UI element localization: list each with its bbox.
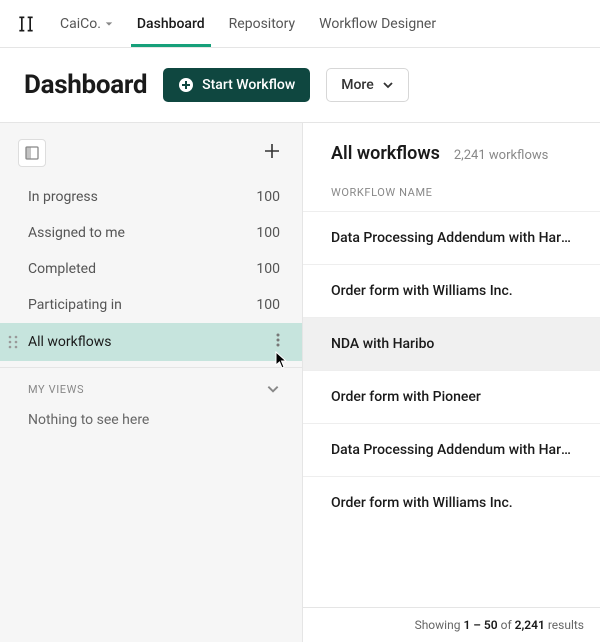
workflow-list: Data Processing Addendum with HariboOrde… (303, 211, 600, 607)
footer-total: 2,241 (515, 618, 545, 632)
main-title: All workflows (331, 143, 440, 164)
brand-name: CaiCo. (60, 16, 101, 32)
sidebar-item-in-progress[interactable]: In progress 100 (0, 179, 302, 215)
workflow-row[interactable]: Data Processing Addendum with Haribo (303, 423, 600, 476)
results-footer: Showing 1 – 50 of 2,241 results (303, 607, 600, 642)
workflow-row[interactable]: NDA with Haribo (303, 317, 600, 370)
sidebar-item-count: 100 (256, 261, 280, 277)
sidebar-item-label: Completed (28, 261, 96, 277)
plus-icon (262, 141, 282, 161)
nav-tab-dashboard[interactable]: Dashboard (137, 2, 205, 46)
chevron-down-icon (382, 79, 394, 91)
sidebar-item-label: All workflows (28, 334, 111, 350)
my-views-empty: Nothing to see here (0, 406, 302, 438)
workflow-row[interactable]: Order form with Pioneer (303, 370, 600, 423)
plus-circle-icon (178, 77, 194, 93)
add-view-button[interactable] (262, 141, 282, 165)
my-views-toggle[interactable]: MY VIEWS (0, 368, 302, 406)
sidebar-item-label: In progress (28, 189, 98, 205)
sidebar-item-count: 100 (256, 189, 280, 205)
footer-prefix: Showing (415, 618, 461, 632)
sidebar-item-label: Participating in (28, 297, 122, 313)
footer-range: 1 – 50 (463, 618, 497, 632)
top-nav: CaiCo. Dashboard Repository Workflow Desig… (0, 0, 600, 48)
chevron-down-icon (266, 382, 280, 396)
workflow-row[interactable]: Order form with Williams Inc. (303, 264, 600, 317)
caret-down-icon (105, 20, 113, 28)
nav-tab-workflow-designer[interactable]: Workflow Designer (319, 2, 436, 46)
sidebar-item-label: Assigned to me (28, 225, 125, 241)
logo-icon[interactable] (16, 14, 36, 34)
more-button[interactable]: More (326, 68, 409, 102)
column-header-name: WORKFLOW NAME (303, 172, 600, 211)
main-panel: All workflows 2,241 workflows WORKFLOW N… (303, 123, 600, 642)
start-workflow-button[interactable]: Start Workflow (163, 68, 310, 102)
sidebar-item-all-workflows[interactable]: All workflows (0, 323, 302, 361)
more-label: More (341, 77, 374, 93)
nav-tabs: Dashboard Repository Workflow Designer (137, 2, 436, 46)
sidebar-item-completed[interactable]: Completed 100 (0, 251, 302, 287)
filter-list: In progress100Assigned to me100Completed… (0, 179, 302, 361)
sidebar-item-count: 100 (256, 297, 280, 313)
sidebar-icon (25, 146, 39, 160)
sidebar: In progress100Assigned to me100Completed… (0, 123, 303, 642)
main-subtitle: 2,241 workflows (454, 148, 548, 163)
footer-of: of (501, 618, 512, 632)
my-views-label: MY VIEWS (28, 383, 84, 396)
sidebar-item-count: 100 (256, 225, 280, 241)
workflow-row[interactable]: Data Processing Addendum with Haribo (303, 211, 600, 264)
page-title: Dashboard (24, 70, 147, 100)
panel-toggle-button[interactable] (18, 139, 46, 167)
start-workflow-label: Start Workflow (202, 77, 295, 93)
page-header: Dashboard Start Workflow More (0, 48, 600, 122)
brand-dropdown[interactable]: CaiCo. (60, 16, 113, 32)
drag-handle-icon[interactable] (8, 335, 18, 349)
sidebar-item-assigned-to-me[interactable]: Assigned to me 100 (0, 215, 302, 251)
footer-suffix: results (548, 618, 584, 632)
my-views-section: MY VIEWS Nothing to see here (0, 367, 302, 438)
workflow-row[interactable]: Order form with Williams Inc. (303, 476, 600, 529)
nav-tab-repository[interactable]: Repository (229, 2, 295, 46)
sidebar-item-participating-in[interactable]: Participating in 100 (0, 287, 302, 323)
kebab-icon[interactable] (276, 333, 280, 351)
